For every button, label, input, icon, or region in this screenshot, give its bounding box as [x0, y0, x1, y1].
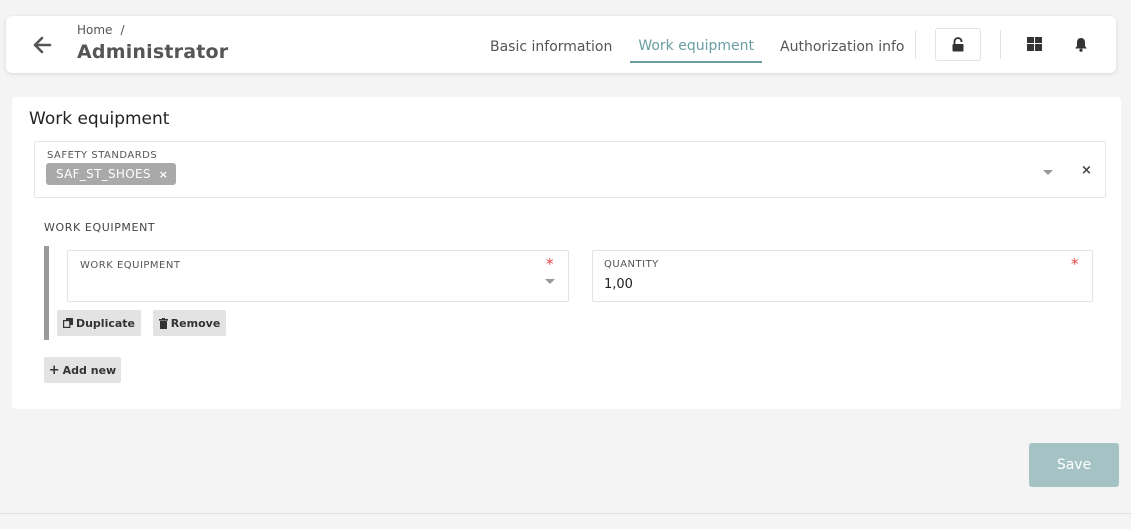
- safety-standard-chip: SAF_ST_SHOES ×: [46, 163, 177, 185]
- tab-authorization-info[interactable]: Authorization info: [772, 30, 912, 63]
- bell-icon: [1075, 37, 1087, 52]
- clear-icon[interactable]: ×: [1081, 163, 1092, 178]
- grid-button[interactable]: [1023, 32, 1045, 56]
- unlock-button[interactable]: [935, 28, 981, 61]
- safety-standards-select[interactable]: SAFETY STANDARDS SAF_ST_SHOES × ×: [34, 141, 1106, 198]
- add-new-button[interactable]: + Add new: [44, 357, 121, 383]
- arrow-left-icon: [33, 36, 52, 54]
- chevron-down-icon[interactable]: [1043, 170, 1053, 175]
- footer-divider: [0, 513, 1131, 514]
- tab-work-equipment[interactable]: Work equipment: [630, 30, 762, 63]
- remove-label: Remove: [170, 316, 221, 330]
- copy-icon: [62, 318, 73, 328]
- quantity-field[interactable]: QUANTITY * 1,00: [592, 250, 1093, 302]
- divider: [1000, 30, 1001, 59]
- chip-label: SAF_ST_SHOES: [56, 167, 151, 181]
- chevron-down-icon[interactable]: [545, 279, 555, 284]
- required-mark: *: [1071, 255, 1079, 273]
- required-mark: *: [546, 255, 554, 273]
- notifications-button[interactable]: [1070, 32, 1092, 56]
- section-title: Work equipment: [29, 109, 170, 129]
- tab-basic-information[interactable]: Basic information: [482, 30, 620, 63]
- tab-bar: Basic information Work equipment Authori…: [482, 30, 922, 63]
- duplicate-label: Duplicate: [75, 316, 136, 330]
- unlock-icon: [952, 37, 964, 52]
- work-equipment-card: Work equipment SAFETY STANDARDS SAF_ST_S…: [12, 97, 1121, 409]
- plus-icon: +: [48, 362, 60, 378]
- quantity-value: 1,00: [604, 277, 633, 292]
- grid-icon: [1026, 37, 1042, 51]
- item-indicator-bar: [44, 246, 49, 340]
- work-equipment-section-label: WORK EQUIPMENT: [44, 221, 156, 234]
- breadcrumb-separator: /: [120, 23, 125, 37]
- page-header: Home / Administrator Basic information W…: [6, 16, 1116, 73]
- quantity-label: QUANTITY: [604, 259, 659, 270]
- trash-icon: [158, 317, 168, 329]
- safety-standards-label: SAFETY STANDARDS: [47, 150, 158, 161]
- page-title: Administrator: [77, 41, 229, 63]
- add-new-label: Add new: [62, 363, 117, 377]
- chip-remove-icon[interactable]: ×: [159, 168, 169, 181]
- save-button[interactable]: Save: [1029, 443, 1119, 487]
- work-equipment-label: WORK EQUIPMENT: [80, 260, 181, 271]
- divider: [915, 30, 916, 59]
- remove-button[interactable]: Remove: [153, 310, 226, 336]
- duplicate-button[interactable]: Duplicate: [57, 310, 141, 336]
- breadcrumb: Home /: [77, 23, 124, 37]
- work-equipment-select[interactable]: WORK EQUIPMENT *: [67, 250, 569, 302]
- breadcrumb-home[interactable]: Home: [77, 23, 112, 37]
- back-button[interactable]: [30, 34, 54, 56]
